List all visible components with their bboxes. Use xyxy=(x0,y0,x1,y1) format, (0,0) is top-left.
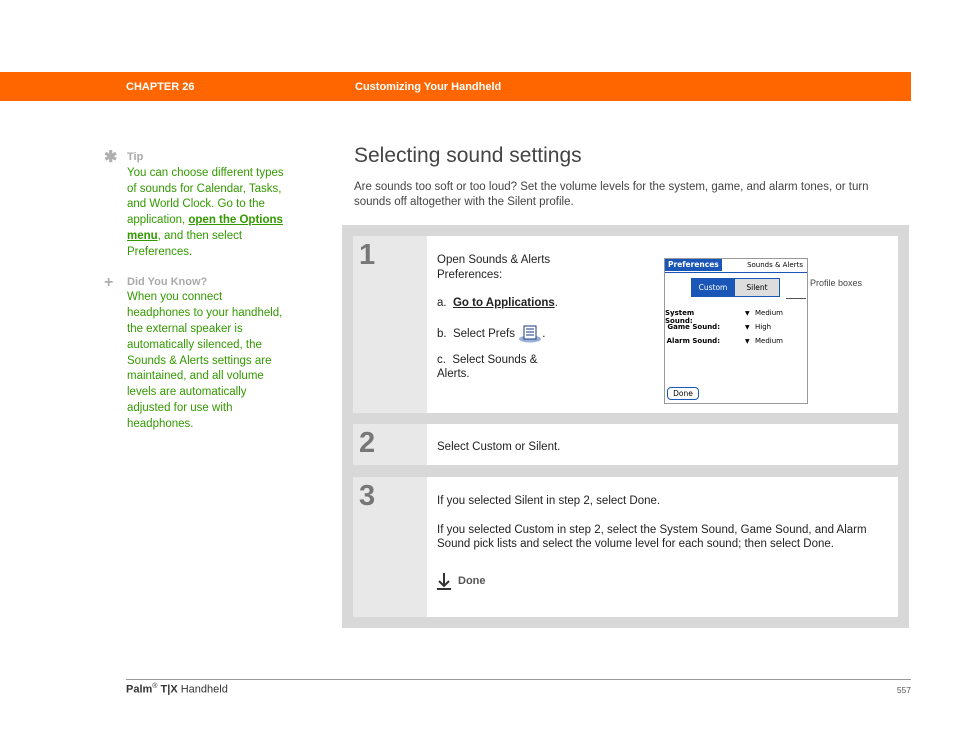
step-3-body: If you selected Silent in step 2, select… xyxy=(437,494,888,590)
step-1-line-b: b. Select Prefs . xyxy=(437,325,567,343)
sidebar: ✱ Tip You can choose different types of … xyxy=(104,150,284,433)
line-b-prefix: b. xyxy=(437,327,447,340)
did-you-know-text: When you connect headphones to your hand… xyxy=(127,291,283,430)
plus-icon: + xyxy=(104,273,114,291)
dropdown-arrow-icon[interactable]: ▼ xyxy=(745,310,750,317)
footer-product: Palm® T|X Handheld xyxy=(126,683,228,696)
step-2: 2 Select Custom or Silent. xyxy=(353,424,898,465)
asterisk-icon: ✱ xyxy=(104,149,118,166)
line-c-text: Select Sounds & Alerts. xyxy=(437,353,538,381)
step-1-body: Open Sounds & Alerts Preferences: a. Go … xyxy=(437,253,567,382)
step-1: 1 Open Sounds & Alerts Preferences: a. G… xyxy=(353,236,898,413)
step-number-column: 1 xyxy=(353,236,427,413)
step-3: 3 If you selected Silent in step 2, sele… xyxy=(353,477,898,617)
line-c-prefix: c. xyxy=(437,353,446,366)
step-2-text: Select Custom or Silent. xyxy=(437,441,561,453)
done-indicator: Done xyxy=(437,572,888,590)
screen-category-menu[interactable]: Sounds & Alerts xyxy=(747,260,803,271)
chapter-label: CHAPTER 26 xyxy=(126,81,195,93)
prefs-icon[interactable] xyxy=(518,325,542,343)
step-1-line-a: a. Go to Applications. xyxy=(437,296,567,311)
step-2-body: Select Custom or Silent. xyxy=(437,440,888,455)
silent-profile-button[interactable]: Silent xyxy=(734,278,780,297)
chapter-header-bar: CHAPTER 26 Customizing Your Handheld xyxy=(0,72,911,101)
footer-product-name: Handheld xyxy=(180,683,228,696)
tip-text: You can choose different types of sounds… xyxy=(127,166,284,261)
step-number: 3 xyxy=(359,480,376,512)
step-number: 2 xyxy=(359,427,376,459)
system-sound-value[interactable]: Medium xyxy=(755,309,783,317)
footer-model: T|X xyxy=(160,683,178,696)
game-sound-label: Game Sound: xyxy=(667,323,720,331)
game-sound-value[interactable]: High xyxy=(755,323,771,331)
line-a-prefix: a. xyxy=(437,297,447,309)
sounds-alerts-screen: Preferences Sounds & Alerts Custom Silen… xyxy=(664,258,808,404)
callout-line xyxy=(786,298,806,299)
step-3-para-1: If you selected Silent in step 2, select… xyxy=(437,495,661,507)
line-b-suffix: . xyxy=(542,327,546,340)
go-to-applications-link[interactable]: Go to Applications xyxy=(453,297,555,309)
did-you-know-block: + Did You Know? When you connect headpho… xyxy=(104,273,284,433)
alarm-sound-value[interactable]: Medium xyxy=(755,337,783,345)
step-number: 1 xyxy=(359,239,376,271)
profile-boxes-callout: Profile boxes xyxy=(810,278,863,288)
line-a-suffix: . xyxy=(554,297,558,309)
screen-done-button[interactable]: Done xyxy=(667,387,699,400)
tip-block: ✱ Tip You can choose different types of … xyxy=(104,150,284,261)
tip-title: Tip xyxy=(127,151,144,163)
section-label: Customizing Your Handheld xyxy=(355,81,502,93)
step-number-column: 2 xyxy=(353,424,427,465)
did-you-know-title: Did You Know? xyxy=(127,275,208,288)
dropdown-arrow-icon[interactable]: ▼ xyxy=(745,338,750,345)
step-number-column: 3 xyxy=(353,477,427,617)
done-label: Done xyxy=(458,574,486,587)
dropdown-arrow-icon[interactable]: ▼ xyxy=(745,324,750,331)
line-b-text: Select Prefs xyxy=(452,327,515,340)
page-title: Selecting sound settings xyxy=(354,144,582,167)
steps-panel: 1 Open Sounds & Alerts Preferences: a. G… xyxy=(342,225,909,628)
step-3-para-2: If you selected Custom in step 2, select… xyxy=(437,523,867,551)
page-number: 557 xyxy=(896,685,911,695)
step-1-line-c: c. Select Sounds & Alerts. xyxy=(437,353,567,382)
footer-reg: ® xyxy=(152,683,158,690)
down-arrow-icon xyxy=(437,572,451,590)
intro-text: Are sounds too soft or too loud? Set the… xyxy=(354,181,869,208)
alarm-sound-label: Alarm Sound: xyxy=(666,337,720,345)
screen-titlebar: Preferences Sounds & Alerts xyxy=(665,259,807,273)
footer-brand: Palm xyxy=(126,683,153,696)
screen-title: Preferences xyxy=(665,259,722,271)
custom-profile-button[interactable]: Custom xyxy=(691,278,735,297)
step-1-open-text: Open Sounds & Alerts Preferences: xyxy=(437,254,551,281)
footer-rule xyxy=(126,679,911,680)
